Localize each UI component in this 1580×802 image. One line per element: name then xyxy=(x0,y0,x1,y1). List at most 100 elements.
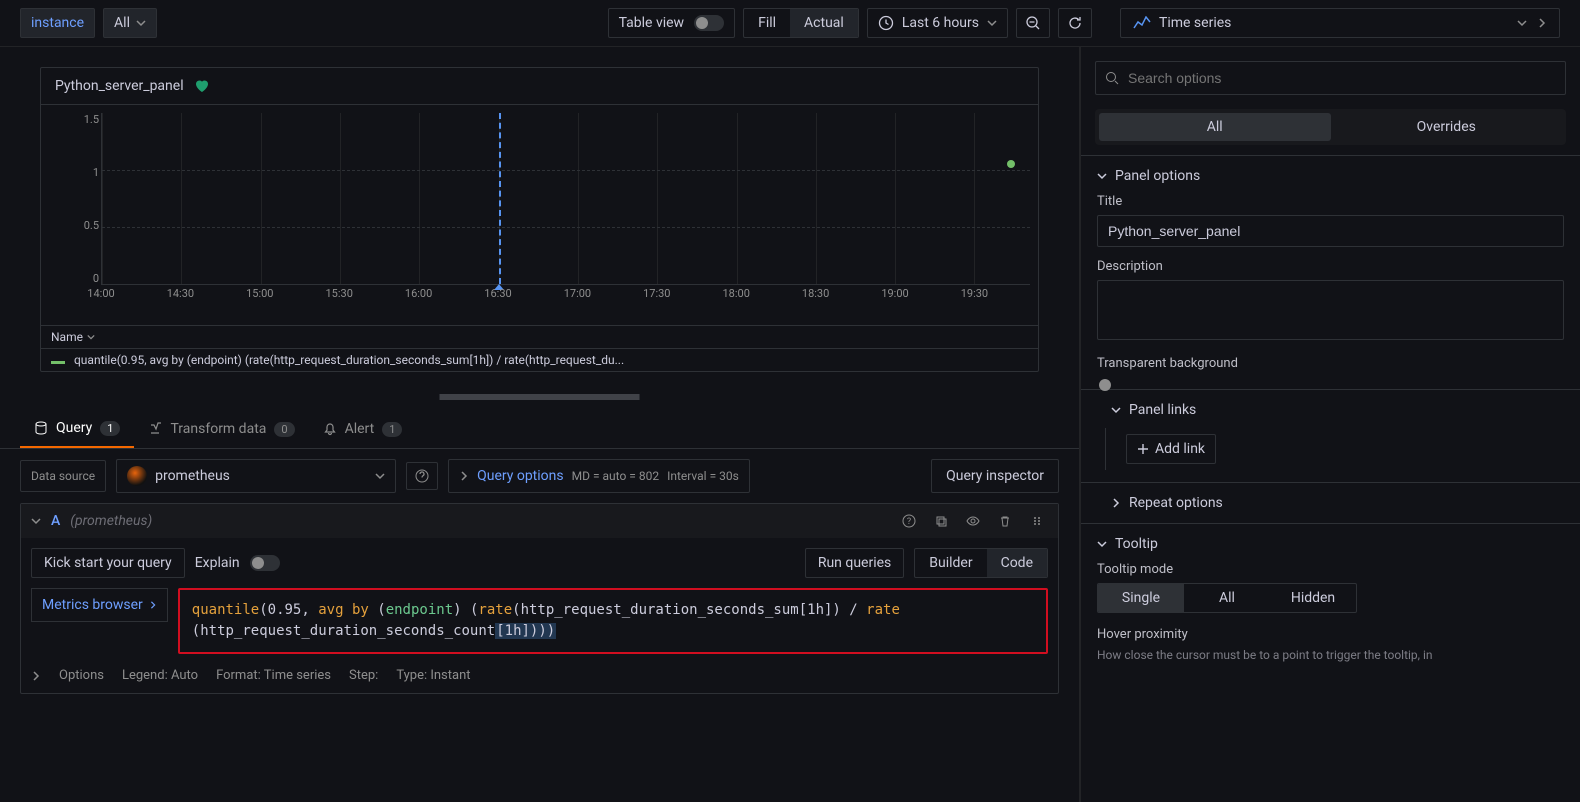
sidebar-tab-overrides[interactable]: Overrides xyxy=(1331,113,1563,141)
description-field-input[interactable] xyxy=(1097,280,1564,340)
footer-type: Type: Instant xyxy=(396,668,470,683)
tooltip-mode-single[interactable]: Single xyxy=(1098,584,1184,612)
builder-option[interactable]: Builder xyxy=(915,549,986,577)
description-field-label: Description xyxy=(1097,259,1564,274)
y-tick: 1.5 xyxy=(84,113,99,126)
section-panel-options: Panel options Title Description Transpar… xyxy=(1081,155,1580,389)
tab-transform-badge: 0 xyxy=(274,422,294,437)
tooltip-mode-label: Tooltip mode xyxy=(1097,562,1564,577)
plus-icon xyxy=(1137,443,1149,455)
explain-label: Explain xyxy=(195,555,240,571)
bell-icon xyxy=(323,422,337,436)
chart-x-labels: 14:0014:3015:0015:3016:0016:3017:0017:30… xyxy=(101,287,1030,301)
top-toolbar: instance All Table view Fill Actual Last… xyxy=(0,0,1580,47)
query-row-a: A (prometheus) ? Kick start your query E… xyxy=(20,503,1059,694)
heart-icon[interactable] xyxy=(194,78,210,94)
instance-variable-value[interactable]: All xyxy=(103,8,157,38)
legend-header-text[interactable]: Name xyxy=(51,330,83,344)
database-icon xyxy=(34,421,48,435)
query-inspector-button[interactable]: Query inspector xyxy=(931,459,1059,493)
explain-toggle[interactable] xyxy=(250,555,280,571)
transform-icon xyxy=(148,422,162,436)
query-row-header[interactable]: A (prometheus) ? xyxy=(21,504,1058,538)
footer-options[interactable]: Options xyxy=(59,668,104,683)
section-repeat-options: Repeat options xyxy=(1081,482,1580,523)
duplicate-query-icon[interactable] xyxy=(930,512,952,530)
table-view-switch[interactable] xyxy=(694,15,724,31)
tooltip-mode-segment: Single All Hidden xyxy=(1097,583,1357,613)
query-code-editor[interactable]: quantile(0.95, avg by (endpoint) (rate(h… xyxy=(178,588,1048,654)
chart-y-axis: 1.5 1 0.5 0 xyxy=(49,113,99,285)
query-options-label: Query options xyxy=(477,468,564,484)
tab-alert-badge: 1 xyxy=(382,422,402,437)
y-tick: 0 xyxy=(93,272,99,285)
time-range-picker[interactable]: Last 6 hours xyxy=(867,8,1008,38)
panel-links-header[interactable]: Panel links xyxy=(1111,402,1564,418)
zoom-out-icon xyxy=(1025,15,1041,31)
code-option[interactable]: Code xyxy=(987,549,1047,577)
data-source-help-button[interactable] xyxy=(406,462,438,490)
prometheus-icon xyxy=(127,466,147,486)
sidebar-tabs: All Overrides xyxy=(1095,109,1566,145)
fill-option[interactable]: Fill xyxy=(744,9,790,37)
panel-links-title: Panel links xyxy=(1129,402,1196,418)
chevron-down-icon xyxy=(1097,539,1107,549)
delete-query-icon[interactable] xyxy=(994,512,1016,530)
chevron-right-icon[interactable] xyxy=(31,671,41,681)
horizontal-scrollbar[interactable] xyxy=(40,394,1039,400)
instance-variable-chip[interactable]: instance xyxy=(20,8,95,38)
editor-tabs: Query 1 Transform data 0 Alert 1 xyxy=(0,410,1079,449)
query-subtitle: (prometheus) xyxy=(70,513,152,529)
y-tick: 0.5 xyxy=(84,219,99,232)
help-icon xyxy=(415,469,429,483)
query-letter: A xyxy=(51,513,60,529)
search-options-input[interactable] xyxy=(1095,61,1566,95)
tab-transform[interactable]: Transform data 0 xyxy=(134,410,308,448)
tab-query-badge: 1 xyxy=(100,421,120,436)
panel-options-header[interactable]: Panel options xyxy=(1097,168,1564,184)
chart-plot[interactable] xyxy=(101,113,1030,285)
chevron-down-icon xyxy=(1111,405,1121,415)
tooltip-mode-all[interactable]: All xyxy=(1184,584,1270,612)
tab-query[interactable]: Query 1 xyxy=(20,410,134,448)
panel-title: Python_server_panel xyxy=(55,78,184,94)
chevron-down-icon xyxy=(1517,18,1527,28)
tooltip-header[interactable]: Tooltip xyxy=(1097,536,1564,552)
chart-body[interactable]: 1.5 1 0.5 0 14:0014:3015:0015:3016:0016:… xyxy=(41,105,1038,325)
drag-handle-icon[interactable] xyxy=(1026,512,1048,530)
actual-option[interactable]: Actual xyxy=(790,9,858,37)
table-view-toggle[interactable]: Table view xyxy=(608,8,736,38)
builder-code-segment: Builder Code xyxy=(914,548,1048,578)
tab-transform-label: Transform data xyxy=(170,421,266,437)
legend-series-row[interactable]: quantile(0.95, avg by (endpoint) (rate(h… xyxy=(41,348,1038,371)
data-source-label: Data source xyxy=(20,460,106,492)
tooltip-title: Tooltip xyxy=(1115,536,1158,552)
visualization-picker[interactable]: Time series xyxy=(1120,8,1560,38)
chevron-down-icon xyxy=(87,333,95,341)
hover-proximity-label: Hover proximity xyxy=(1097,627,1564,642)
query-help-icon[interactable]: ? xyxy=(898,512,920,530)
chevron-right-icon[interactable] xyxy=(1537,18,1547,28)
tooltip-mode-hidden[interactable]: Hidden xyxy=(1270,584,1356,612)
chevron-down-icon xyxy=(987,18,997,28)
sidebar-tab-all[interactable]: All xyxy=(1099,113,1331,141)
query-options-group[interactable]: Query options MD = auto = 802 Interval =… xyxy=(448,459,750,493)
tab-alert-label: Alert xyxy=(345,421,375,437)
tab-alert[interactable]: Alert 1 xyxy=(309,410,417,448)
panel-options-title: Panel options xyxy=(1115,168,1200,184)
data-source-select[interactable]: prometheus xyxy=(116,459,396,493)
repeat-options-header[interactable]: Repeat options xyxy=(1111,495,1564,511)
refresh-button[interactable] xyxy=(1058,8,1092,38)
add-link-button[interactable]: Add link xyxy=(1126,434,1216,464)
table-view-label: Table view xyxy=(619,15,685,31)
footer-step: Step: xyxy=(349,668,378,683)
viz-type-text: Time series xyxy=(1159,15,1231,31)
zoom-out-button[interactable] xyxy=(1016,8,1050,38)
metrics-browser-button[interactable]: Metrics browser xyxy=(31,588,168,622)
run-queries-button[interactable]: Run queries xyxy=(805,548,904,578)
title-field-input[interactable] xyxy=(1097,215,1564,247)
kick-start-button[interactable]: Kick start your query xyxy=(31,548,185,578)
toggle-visibility-icon[interactable] xyxy=(962,512,984,530)
chart-panel: Python_server_panel 1.5 1 0.5 0 14:0014:… xyxy=(40,67,1039,372)
chevron-down-icon xyxy=(375,471,385,481)
